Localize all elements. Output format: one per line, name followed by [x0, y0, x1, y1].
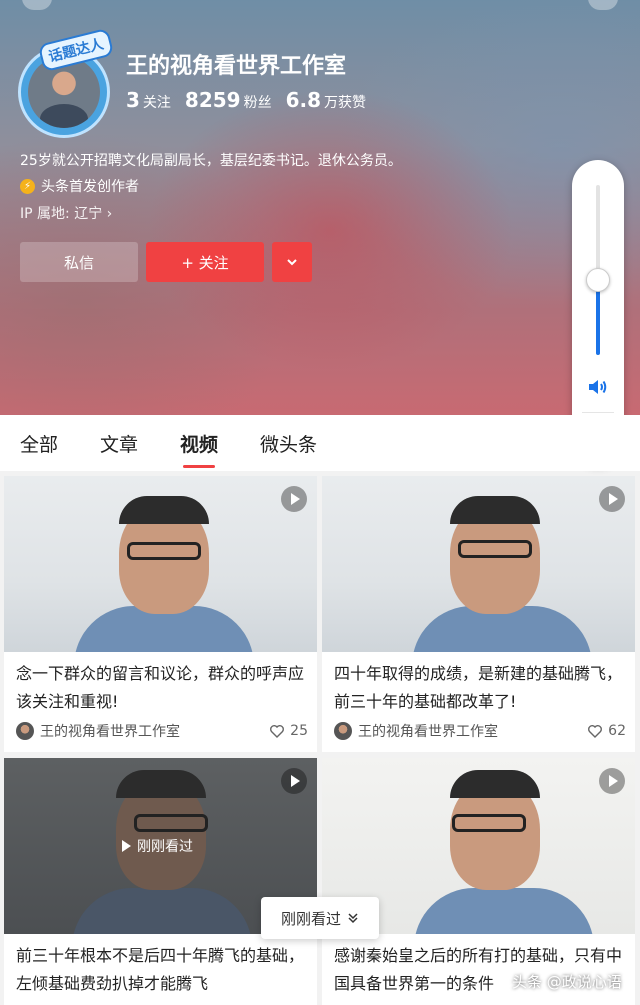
tab-videos[interactable]: 视频: [180, 430, 218, 457]
video-title: 前三十年根本不是后四十年腾飞的基础，左倾基础费劲扒掉才能腾飞: [16, 946, 305, 993]
watermark: 头条 @政说心语: [512, 973, 622, 991]
content-tabs: 全部 文章 视频 微头条: [0, 415, 640, 471]
stat-label: 粉丝: [243, 95, 272, 111]
status-indicator: [22, 0, 52, 10]
like-count[interactable]: 25: [269, 723, 308, 739]
follow-button[interactable]: + 关注: [146, 242, 264, 282]
video-meta: 王的视角看世界工作室 25: [16, 721, 308, 741]
author-avatar: [16, 722, 34, 740]
play-icon[interactable]: [599, 768, 625, 794]
user-name: 王的视角看世界工作室: [126, 54, 347, 79]
recently-watched-button[interactable]: 刚刚看过: [261, 897, 379, 939]
tab-articles[interactable]: 文章: [100, 430, 138, 457]
recently-watched-label: 刚刚看过: [280, 909, 341, 928]
stat-following[interactable]: 3 关注: [126, 88, 171, 112]
profile-stats: 3 关注 8259 粉丝 6.8 万获赞: [126, 88, 366, 112]
stat-value: 6.8: [285, 88, 322, 112]
watched-text: 刚刚看过: [137, 839, 193, 855]
play-icon[interactable]: [599, 486, 625, 512]
thumbnail-figure: [72, 888, 252, 934]
video-card[interactable]: 四十年取得的成绩，是新建的基础腾飞，前三十年的基础都改革了! 王的视角看世界工作…: [322, 476, 635, 752]
author-name: 王的视角看世界工作室: [40, 724, 180, 740]
author-avatar: [334, 722, 352, 740]
tab-all[interactable]: 全部: [20, 430, 58, 457]
thumbnail-figure: [414, 888, 594, 934]
watched-overlay: 刚刚看过: [122, 836, 193, 856]
status-indicator: [588, 0, 618, 10]
video-thumbnail: [322, 476, 635, 652]
like-count[interactable]: 62: [587, 723, 626, 739]
active-tab-indicator: [183, 465, 215, 468]
creator-tag: ⚡ 头条首发创作者: [20, 176, 139, 196]
stat-value: 3: [126, 88, 140, 112]
stat-value: 8259: [184, 88, 241, 112]
like-count-value: 25: [290, 723, 308, 739]
thumbnail-figure: [116, 770, 206, 798]
double-chevron-down-icon: [348, 913, 358, 924]
play-icon[interactable]: [281, 486, 307, 512]
video-title: 念一下群众的留言和议论，群众的呼声应该关注和重视!: [16, 664, 305, 711]
profile-bio: 25岁就公开招聘文化局副局长，基层纪委书记。退休公务员。: [20, 153, 402, 169]
like-count-value: 62: [608, 723, 626, 739]
thumbnail-figure: [119, 496, 209, 524]
lightning-icon: ⚡: [20, 178, 35, 194]
video-card[interactable]: 刚刚看过 前三十年根本不是后四十年腾飞的基础，左倾基础费劲扒掉才能腾飞: [4, 758, 317, 1005]
thumbnail-figure: [127, 542, 201, 560]
author-name: 王的视角看世界工作室: [358, 724, 498, 740]
video-meta: 王的视角看世界工作室 62: [334, 721, 626, 741]
volume-thumb[interactable]: [586, 268, 610, 293]
play-icon: [122, 840, 131, 852]
video-thumbnail: [4, 476, 317, 652]
video-card[interactable]: 感谢秦始皇之后的所有打的基础，只有中国具备世界第一的条件: [322, 758, 635, 1005]
heart-icon: [270, 725, 285, 738]
message-button[interactable]: 私信: [20, 242, 138, 282]
divider: [582, 412, 614, 413]
stat-likes[interactable]: 6.8 万获赞: [286, 88, 366, 112]
thumbnail-figure: [134, 814, 208, 832]
thumbnail-figure: [450, 496, 540, 524]
ip-location[interactable]: IP 属地: 辽宁 ›: [20, 203, 112, 223]
stat-label: 万获赞: [324, 95, 367, 111]
creator-label: 头条首发创作者: [41, 179, 139, 195]
more-button[interactable]: [272, 242, 312, 282]
stat-label: 关注: [142, 95, 171, 111]
chevron-down-icon: [287, 259, 297, 266]
heart-icon: [588, 725, 603, 738]
play-icon[interactable]: [281, 768, 307, 794]
tab-micro-posts[interactable]: 微头条: [260, 430, 317, 457]
video-title: 四十年取得的成绩，是新建的基础腾飞，前三十年的基础都改革了!: [334, 664, 623, 711]
thumbnail-figure: [450, 770, 540, 798]
thumbnail-figure: [452, 814, 526, 832]
thumbnail-figure: [458, 540, 532, 558]
speaker-icon[interactable]: [586, 375, 610, 399]
stat-fans[interactable]: 8259 粉丝: [185, 88, 272, 112]
avatar[interactable]: 话题达人: [18, 27, 115, 138]
video-card[interactable]: 念一下群众的留言和议论，群众的呼声应该关注和重视! 王的视角看世界工作室 25: [4, 476, 317, 752]
profile-header: 话题达人 王的视角看世界工作室 3 关注 8259 粉丝 6.8 万获赞 25岁就公开…: [0, 0, 640, 415]
